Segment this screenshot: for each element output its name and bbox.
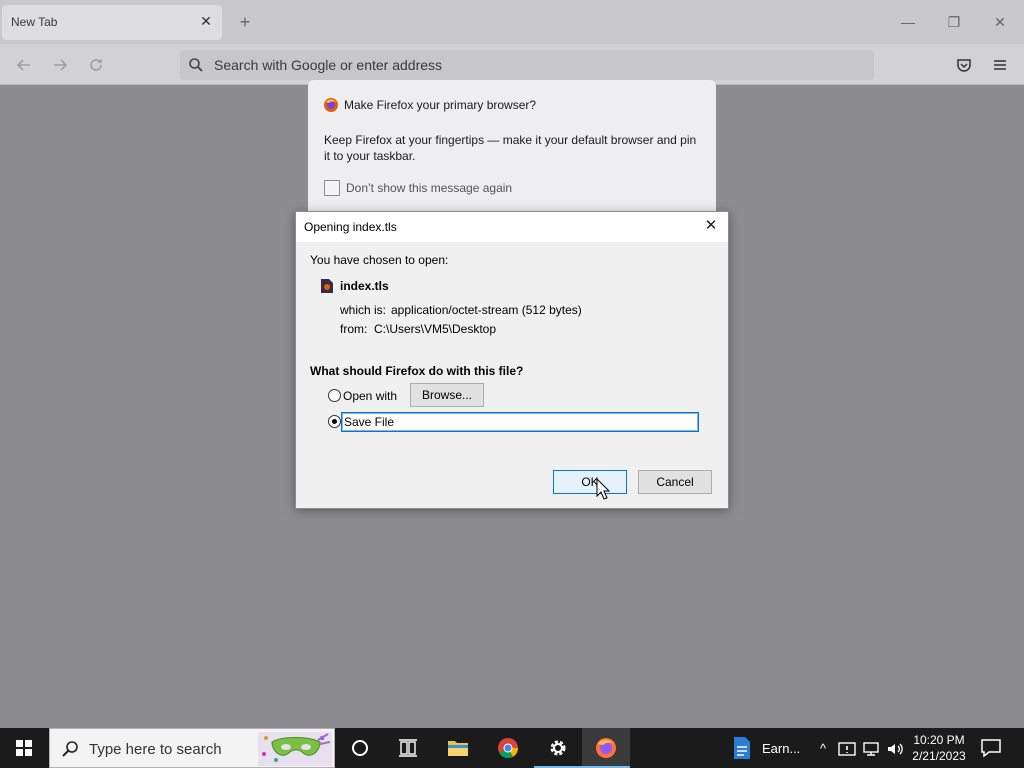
clock-date: 2/21/2023 [912, 749, 966, 763]
earn-label: Earn... [762, 741, 801, 756]
taskbar: Type here to search Earn... ^ 10:20 PM 2… [0, 728, 1024, 768]
chrome-icon [498, 738, 519, 759]
taskbar-search-box[interactable]: Type here to search [49, 728, 335, 768]
notification-center-icon[interactable] [980, 738, 1002, 758]
menu-icon[interactable] [989, 54, 1011, 76]
windows-logo-icon [16, 740, 32, 756]
tab-new-tab[interactable]: New Tab ✕ [2, 5, 222, 40]
firefox-taskbar-button[interactable] [582, 728, 630, 768]
browse-button[interactable]: Browse... [410, 383, 484, 407]
settings-button[interactable] [534, 728, 582, 768]
address-bar[interactable] [180, 50, 874, 80]
which-is-value: application/octet-stream (512 bytes) [391, 303, 582, 317]
task-view-icon [399, 739, 417, 757]
clock-time: 10:20 PM [913, 733, 965, 747]
security-icon[interactable] [838, 740, 856, 758]
back-icon[interactable] [13, 54, 35, 76]
file-name: index.tls [340, 279, 389, 293]
new-tab-icon[interactable]: + [236, 13, 254, 31]
system-clock[interactable]: 10:20 PM 2/21/2023 [906, 732, 972, 764]
reload-icon[interactable] [85, 54, 107, 76]
ok-button[interactable]: OK [553, 470, 627, 494]
document-icon [734, 737, 750, 759]
folder-icon [448, 741, 468, 756]
save-file-option[interactable]: Save File [341, 412, 699, 432]
cortana-button[interactable] [336, 728, 384, 768]
address-input[interactable] [214, 54, 854, 76]
pocket-icon[interactable] [953, 54, 975, 76]
gear-icon [550, 740, 566, 756]
panel-body: Keep Firefox at your fingertips — make i… [324, 133, 697, 163]
save-file-label: Save File [344, 415, 395, 429]
task-view-button[interactable] [384, 728, 432, 768]
panel-title: Make Firefox your primary browser? [344, 98, 537, 112]
earn-taskbar-button[interactable]: Earn... [724, 728, 808, 768]
mouse-cursor-icon [596, 478, 610, 500]
firefox-icon [596, 738, 616, 758]
from-label: from: [340, 322, 368, 336]
dialog-close-icon[interactable]: ✕ [702, 217, 720, 235]
network-icon[interactable] [862, 740, 880, 758]
cortana-icon [352, 740, 368, 756]
dialog-title: Opening index.tls [304, 220, 397, 234]
volume-icon[interactable] [886, 740, 904, 758]
start-button[interactable] [0, 728, 48, 768]
action-question: What should Firefox do with this file? [310, 364, 524, 378]
minimize-icon[interactable]: — [898, 12, 918, 32]
tab-title: New Tab [11, 15, 58, 29]
tray-chevron-icon[interactable]: ^ [814, 740, 832, 758]
forward-icon[interactable] [49, 54, 71, 76]
opening-file-dialog: Opening index.tls ✕ You have chosen to o… [295, 211, 729, 509]
window-close-icon[interactable]: ✕ [990, 12, 1010, 32]
open-with-label[interactable]: Open with [343, 389, 397, 403]
save-file-radio[interactable] [328, 415, 341, 428]
dont-show-label: Don’t show this message again [346, 181, 513, 195]
firefox-logo-icon [324, 98, 338, 112]
carnival-mask-icon [258, 732, 332, 766]
which-is-label: which is: [340, 303, 387, 317]
navigation-toolbar [0, 44, 1024, 85]
file-icon [321, 279, 333, 293]
taskbar-search-placeholder: Type here to search [89, 741, 222, 758]
cancel-button[interactable]: Cancel [638, 470, 712, 494]
tab-strip: New Tab ✕ + — ❐ ✕ [0, 0, 1024, 44]
search-icon [62, 741, 78, 757]
default-browser-panel: Make Firefox your primary browser? Keep … [308, 80, 716, 220]
dialog-intro: You have chosen to open: [310, 253, 449, 267]
from-value: C:\Users\VM5\Desktop [374, 322, 497, 336]
file-explorer-button[interactable] [434, 728, 482, 768]
restore-icon[interactable]: ❐ [944, 12, 964, 32]
dialog-titlebar: Opening index.tls ✕ [296, 212, 728, 242]
dont-show-checkbox[interactable] [324, 180, 340, 196]
chrome-button[interactable] [484, 728, 532, 768]
open-with-radio[interactable] [328, 389, 341, 402]
search-icon [189, 58, 203, 72]
tab-close-icon[interactable]: ✕ [198, 13, 214, 29]
